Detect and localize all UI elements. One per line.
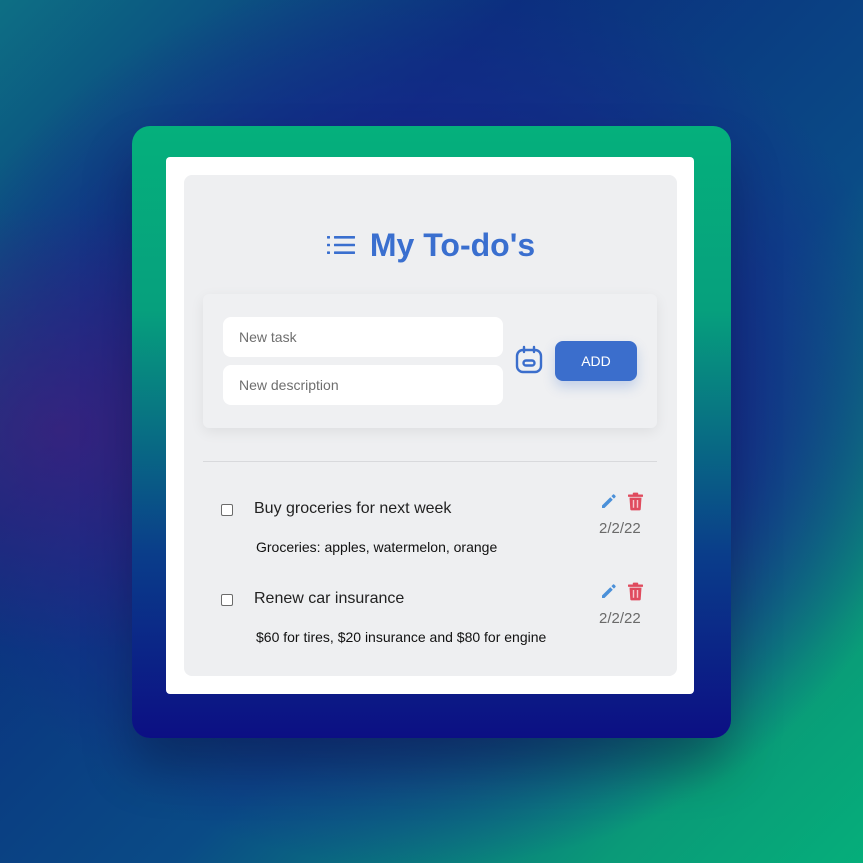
divider (203, 461, 657, 462)
todo-description: Groceries: apples, watermelon, orange (256, 539, 498, 555)
todo-title: Renew car insurance (254, 590, 405, 607)
todo-checkbox[interactable] (221, 594, 233, 606)
trash-icon[interactable] (627, 492, 644, 511)
todo-checkbox[interactable] (221, 504, 233, 516)
todo-title: Buy groceries for next week (254, 500, 452, 517)
todo-panel: My To-do's ADD Buy groceries for next we… (184, 175, 677, 676)
calendar-icon[interactable] (514, 345, 544, 375)
add-button[interactable]: ADD (555, 341, 637, 381)
page-title: My To-do's (369, 226, 536, 263)
todo-date: 2/2/22 (599, 520, 641, 537)
header: My To-do's (184, 225, 677, 265)
new-task-form: ADD (203, 294, 657, 428)
todo-description: $60 for tires, $20 insurance and $80 for… (256, 629, 547, 645)
new-task-input[interactable] (223, 317, 503, 357)
list-item: Renew car insurance $60 for tires, $20 i… (184, 577, 677, 657)
pencil-icon[interactable] (600, 492, 618, 510)
todo-date: 2/2/22 (599, 610, 641, 627)
new-description-input[interactable] (223, 365, 503, 405)
pencil-icon[interactable] (600, 582, 618, 600)
list-icon (326, 236, 355, 254)
trash-icon[interactable] (627, 582, 644, 601)
list-item: Buy groceries for next week Groceries: a… (184, 487, 677, 567)
